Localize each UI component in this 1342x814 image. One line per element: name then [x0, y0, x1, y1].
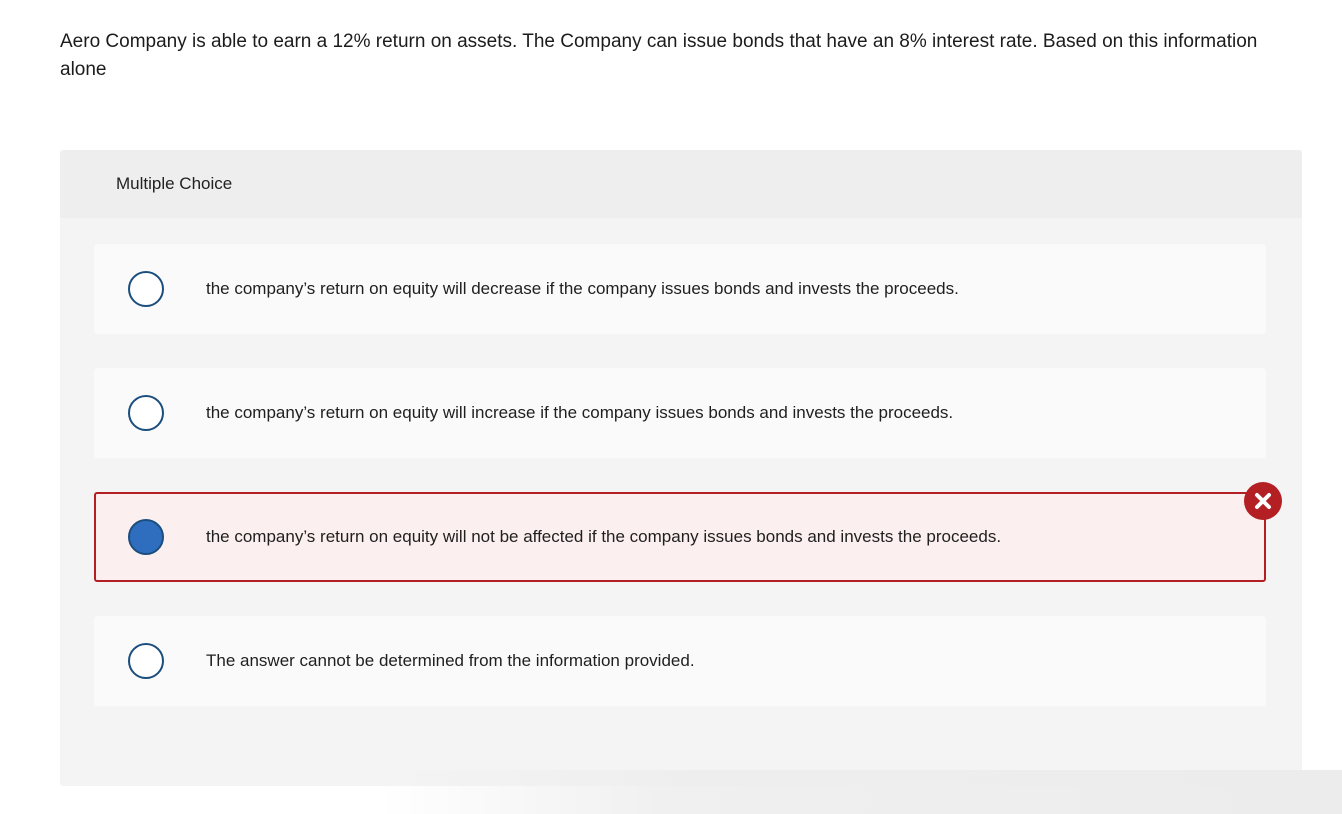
x-circle-icon	[1244, 482, 1282, 520]
panel-header-label: Multiple Choice	[116, 174, 233, 193]
radio-button[interactable]	[128, 643, 164, 679]
x-mark-glyph	[1255, 493, 1271, 509]
answer-option-label: the company’s return on equity will decr…	[206, 279, 959, 298]
multiple-choice-panel: Multiple Choice the company’s return on …	[60, 150, 1302, 786]
radio-button[interactable]	[128, 271, 164, 307]
answer-option-3-selected-incorrect[interactable]: the company’s return on equity will not …	[94, 492, 1266, 582]
radio-button-selected[interactable]	[128, 519, 164, 555]
question-text: Aero Company is able to earn a 12% retur…	[60, 31, 1258, 80]
answer-option-label: the company’s return on equity will not …	[206, 527, 1002, 546]
answer-option-4[interactable]: The answer cannot be determined from the…	[94, 616, 1266, 706]
radio-button[interactable]	[128, 395, 164, 431]
answer-option-label: the company’s return on equity will incr…	[206, 403, 954, 422]
panel-header: Multiple Choice	[60, 150, 1302, 218]
answer-option-label: The answer cannot be determined from the…	[206, 651, 695, 670]
answer-option-1[interactable]: the company’s return on equity will decr…	[94, 244, 1266, 334]
answer-option-2[interactable]: the company’s return on equity will incr…	[94, 368, 1266, 458]
